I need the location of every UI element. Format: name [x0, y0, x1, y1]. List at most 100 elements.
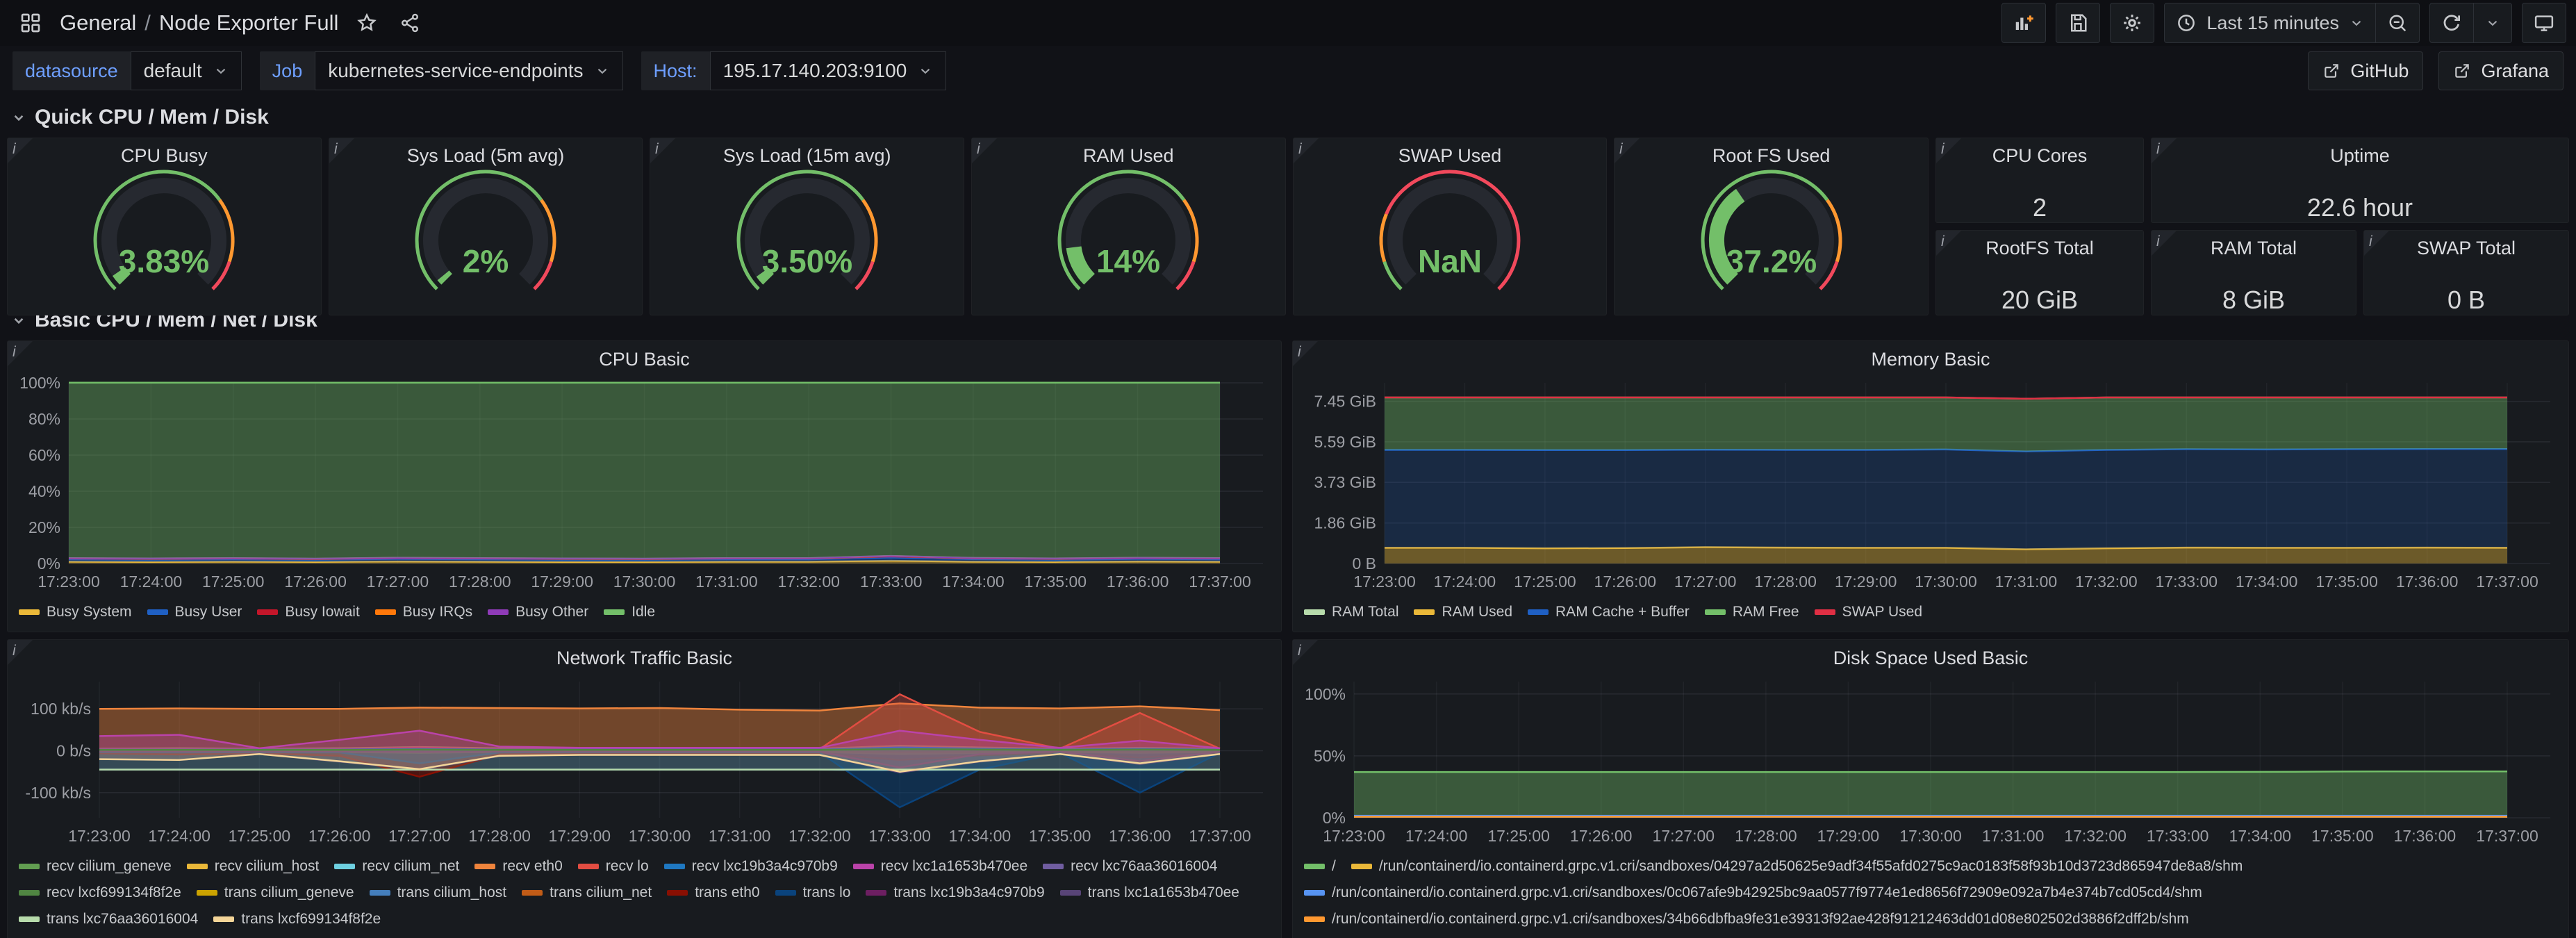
legend-item[interactable]: Busy IRQs [375, 599, 472, 625]
panel-info-icon[interactable]: i [2152, 231, 2177, 256]
legend-item[interactable]: trans lo [775, 880, 851, 906]
breadcrumb-folder[interactable]: General [60, 10, 136, 35]
github-link-button[interactable]: GitHub [2308, 51, 2423, 90]
panel-info-icon[interactable]: i [8, 640, 33, 665]
legend-swatch [775, 890, 796, 896]
panel-info-icon[interactable]: i [1615, 138, 1640, 163]
legend-item[interactable]: trans lxc19b3a4c970b9 [866, 880, 1044, 906]
panel-info-icon[interactable]: i [1936, 138, 1961, 163]
panel-ram-total: iRAM Total 8 GiB [2151, 230, 2356, 315]
panel-info-icon[interactable]: i [8, 341, 33, 366]
legend-item[interactable]: trans cilium_geneve [197, 880, 354, 906]
stat-panels: iCPU Cores2iUptime22.6 houriRootFS Total… [1935, 138, 2569, 315]
refresh-button[interactable] [2429, 3, 2474, 43]
legend-item[interactable]: Busy Iowait [257, 599, 359, 625]
legend-item[interactable]: /run/containerd/io.containerd.grpc.v1.cr… [1351, 853, 2243, 880]
chart-plot-area[interactable]: 0 B1.86 GiB3.73 GiB5.59 GiB7.45 GiB17:23… [1300, 373, 2561, 598]
legend-item[interactable]: recv lxcf699134f8f2e [19, 880, 181, 906]
panel-info-icon[interactable]: i [650, 138, 675, 163]
panel-title: RAM Total [2152, 231, 2356, 259]
variable-value-host[interactable]: 195.17.140.203:9100 [710, 51, 947, 90]
legend-item[interactable]: /run/containerd/io.containerd.grpc.v1.cr… [1304, 906, 2189, 932]
panel-info-icon[interactable]: i [972, 138, 997, 163]
cpu-chart-canvas[interactable]: 0%20%40%60%80%100%17:23:0017:24:0017:25:… [15, 373, 1273, 594]
svg-text:17:36:00: 17:36:00 [1109, 827, 1171, 845]
row-header-quick[interactable]: Quick CPU / Mem / Disk [0, 96, 2576, 138]
legend-item[interactable]: recv lo [578, 853, 649, 880]
legend-item[interactable]: /run/containerd/io.containerd.grpc.v1.cr… [1304, 880, 2202, 906]
clock-icon [2176, 13, 2197, 33]
chart-plot-area[interactable]: 0%50%100%17:23:0017:24:0017:25:0017:26:0… [1300, 672, 2561, 852]
star-icon[interactable] [352, 8, 381, 38]
svg-text:17:27:00: 17:27:00 [1653, 827, 1715, 845]
legend-item[interactable]: Busy User [147, 599, 242, 625]
panel-memory-basic: iMemory Basic0 B1.86 GiB3.73 GiB5.59 GiB… [1292, 340, 2569, 632]
add-panel-button[interactable] [2001, 3, 2046, 43]
legend-item[interactable]: recv lxc76aa36016004 [1043, 853, 1217, 880]
legend-item[interactable]: recv cilium_geneve [19, 853, 172, 880]
legend-item[interactable]: trans cilium_host [370, 880, 507, 906]
chart-plot-area[interactable]: 0%20%40%60%80%100%17:23:0017:24:0017:25:… [15, 373, 1274, 598]
stat-value: 8 GiB [2152, 286, 2356, 315]
memory-chart-canvas[interactable]: 0 B1.86 GiB3.73 GiB5.59 GiB7.45 GiB17:23… [1300, 373, 2560, 594]
legend-item[interactable]: Busy Other [488, 599, 588, 625]
disk-chart-canvas[interactable]: 0%50%100%17:23:0017:24:0017:25:0017:26:0… [1300, 672, 2560, 848]
gauge-value: NaN [1418, 243, 1482, 279]
legend-swatch [19, 916, 40, 922]
legend-item[interactable]: trans eth0 [667, 880, 759, 906]
dashboard-title[interactable]: Node Exporter Full [159, 10, 338, 35]
legend-item[interactable]: recv lxc19b3a4c970b9 [664, 853, 838, 880]
legend-item[interactable]: recv lxc1a1653b470ee [853, 853, 1027, 880]
legend-item[interactable]: recv eth0 [474, 853, 562, 880]
variable-value-job[interactable]: kubernetes-service-endpoints [315, 51, 622, 90]
legend-item[interactable]: recv cilium_net [334, 853, 459, 880]
variable-value-datasource[interactable]: default [131, 51, 242, 90]
legend-label: recv cilium_net [362, 853, 459, 880]
legend-item[interactable]: RAM Used [1414, 599, 1512, 625]
legend-item[interactable]: SWAP Used [1815, 599, 1923, 625]
zoom-out-time-button[interactable] [2375, 3, 2420, 43]
legend-item[interactable]: trans lxcf699134f8f2e [213, 906, 381, 932]
dashboard-settings-button[interactable] [2110, 3, 2154, 43]
dashboards-grid-icon[interactable] [15, 8, 46, 38]
panel-info-icon[interactable]: i [1293, 341, 1318, 366]
panel-info-icon[interactable]: i [2364, 231, 2389, 256]
legend-item[interactable]: Busy System [19, 599, 132, 625]
cycle-view-mode-button[interactable] [2522, 3, 2566, 43]
save-dashboard-button[interactable] [2056, 3, 2100, 43]
legend-swatch [370, 890, 390, 896]
legend-item[interactable]: RAM Free [1705, 599, 1799, 625]
panel-ram-used: iRAM Used14% [971, 138, 1286, 315]
svg-text:17:32:00: 17:32:00 [777, 573, 840, 591]
chevron-down-icon [595, 63, 610, 79]
legend-item[interactable]: trans cilium_net [522, 880, 652, 906]
legend-label: recv cilium_host [215, 853, 320, 880]
svg-text:17:26:00: 17:26:00 [1570, 827, 1633, 845]
legend-item[interactable]: trans lxc1a1653b470ee [1060, 880, 1239, 906]
panel-info-icon[interactable]: i [1294, 138, 1319, 163]
grafana-link-button[interactable]: Grafana [2438, 51, 2563, 90]
panel-info-icon[interactable]: i [1293, 640, 1318, 665]
panel-sys-load-15m-avg: iSys Load (15m avg)3.50% [650, 138, 964, 315]
panel-info-icon[interactable]: i [2152, 138, 2177, 163]
legend-label: recv lxc19b3a4c970b9 [692, 853, 838, 880]
network-chart-canvas[interactable]: 100 kb/s0 b/s-100 kb/s17:23:0017:24:0017… [15, 672, 1273, 848]
panel-info-icon[interactable]: i [1936, 231, 1961, 256]
legend-item[interactable]: Idle [604, 599, 655, 625]
legend-swatch [1043, 864, 1064, 869]
panel-uptime: iUptime22.6 hour [2151, 138, 2569, 223]
svg-text:17:32:00: 17:32:00 [2075, 573, 2138, 591]
time-range-picker[interactable]: Last 15 minutes [2164, 3, 2376, 43]
chart-plot-area[interactable]: 100 kb/s0 b/s-100 kb/s17:23:0017:24:0017… [15, 672, 1274, 852]
legend-item[interactable]: RAM Cache + Buffer [1528, 599, 1690, 625]
legend-item[interactable]: RAM Total [1304, 599, 1398, 625]
legend-item[interactable]: / [1304, 853, 1336, 880]
panel-info-icon[interactable]: i [329, 138, 354, 163]
legend-item[interactable]: trans lxc76aa36016004 [19, 906, 198, 932]
panel-info-icon[interactable]: i [8, 138, 33, 163]
svg-text:50%: 50% [1314, 747, 1346, 765]
share-icon[interactable] [395, 8, 424, 38]
refresh-interval-dropdown[interactable] [2473, 3, 2512, 43]
variable-job: Jobkubernetes-service-endpoints [260, 51, 623, 90]
legend-item[interactable]: recv cilium_host [187, 853, 320, 880]
